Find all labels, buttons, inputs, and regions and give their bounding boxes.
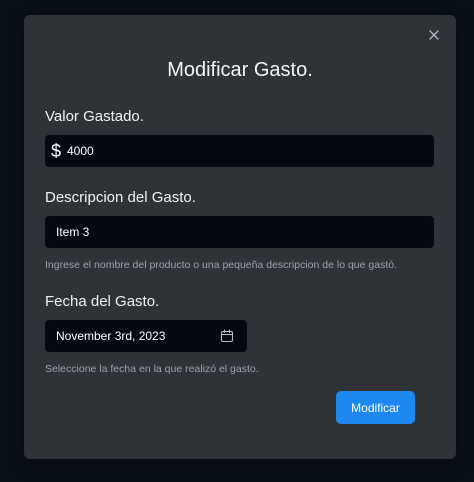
description-label: Descripcion del Gasto. (45, 189, 196, 206)
close-icon (429, 30, 439, 40)
date-label: Fecha del Gasto. (45, 293, 160, 310)
date-help: Seleccione la fecha en la que realizó el… (45, 363, 259, 375)
calendar-icon (220, 329, 234, 343)
amount-value: 4000 (67, 144, 94, 158)
description-field[interactable]: Item 3 (45, 216, 434, 248)
edit-expense-dialog: Modificar Gasto. Valor Gastado. $ 4000 D… (24, 15, 456, 459)
submit-button[interactable]: Modificar (336, 391, 415, 424)
dialog-title: Modificar Gasto. (167, 59, 313, 81)
amount-label: Valor Gastado. (45, 108, 144, 125)
date-picker[interactable]: November 3rd, 2023 (45, 320, 247, 352)
dollar-icon: $ (50, 140, 61, 161)
description-help: Ingrese el nombre del producto o una peq… (45, 259, 397, 271)
close-button[interactable] (424, 25, 444, 45)
date-value: November 3rd, 2023 (56, 329, 166, 343)
amount-field[interactable]: $ 4000 (45, 135, 434, 167)
description-value: Item 3 (56, 225, 90, 239)
